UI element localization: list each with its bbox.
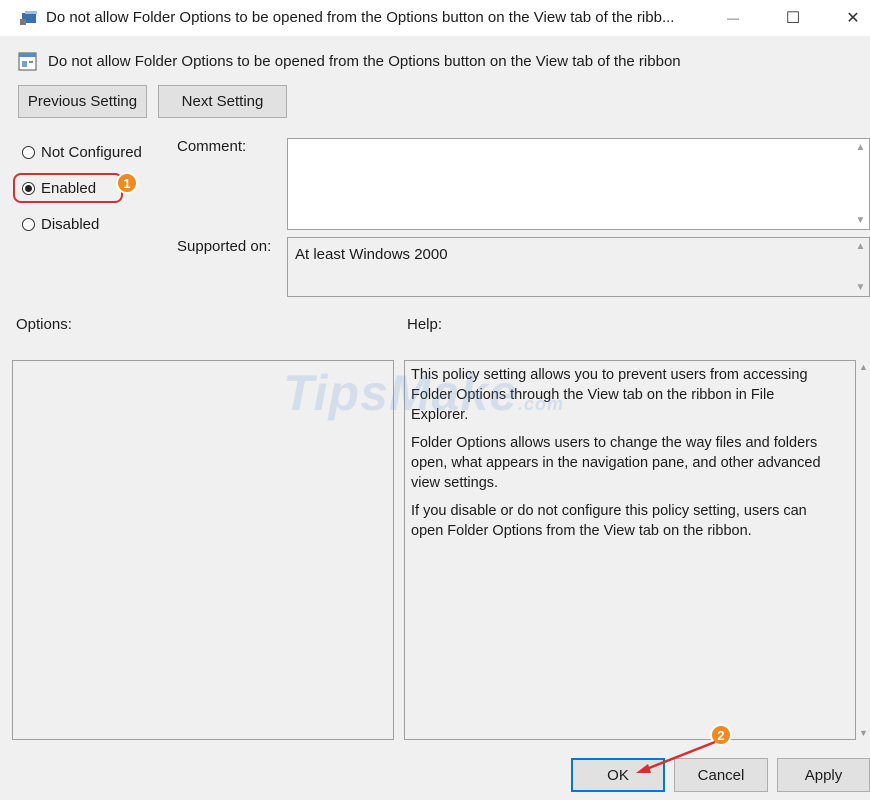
scroll-down-icon[interactable]: ▼ [859, 728, 868, 738]
scroll-down-icon[interactable]: ▼ [852, 212, 869, 229]
comment-scrollbar[interactable]: ▲ ▼ [852, 139, 869, 229]
apply-button[interactable]: Apply [777, 758, 870, 792]
comment-label: Comment: [177, 138, 247, 155]
scroll-up-icon[interactable]: ▲ [852, 139, 869, 156]
step-badge-1: 1 [116, 172, 138, 194]
radio-enabled[interactable]: Enabled [22, 180, 96, 197]
window-title: Do not allow Folder Options to be opened… [46, 9, 675, 26]
radio-circle [22, 146, 35, 159]
minimize-icon: — [727, 11, 739, 25]
policy-title: Do not allow Folder Options to be opened… [48, 53, 681, 70]
comment-input[interactable]: ▲ ▼ [287, 138, 870, 230]
radio-disabled[interactable]: Disabled [22, 216, 99, 233]
options-label: Options: [16, 316, 72, 333]
supported-scrollbar[interactable]: ▲ ▼ [852, 238, 869, 296]
policy-icon [18, 52, 37, 71]
minimize-button[interactable]: — [713, 4, 753, 32]
help-scrollbar[interactable]: ▲ ▼ [857, 360, 870, 740]
watermark: TipsMake.com [283, 365, 564, 421]
previous-setting-button[interactable]: Previous Setting [18, 85, 147, 118]
scroll-down-icon[interactable]: ▼ [852, 279, 869, 296]
scroll-up-icon[interactable]: ▲ [859, 362, 868, 372]
close-icon: ✕ [846, 10, 860, 27]
help-label: Help: [407, 316, 443, 333]
next-setting-label: Next Setting [181, 93, 264, 110]
maximize-icon: ☐ [785, 10, 801, 27]
arrow-icon [636, 740, 716, 773]
previous-setting-label: Previous Setting [27, 93, 138, 110]
help-paragraph: Folder Options allows users to change th… [411, 435, 821, 491]
radio-circle-selected [22, 182, 35, 195]
radio-label: Disabled [41, 216, 100, 233]
radio-label: Enabled [41, 180, 97, 197]
radio-label: Not Configured [41, 144, 142, 161]
scroll-up-icon[interactable]: ▲ [852, 238, 869, 255]
gpedit-icon [20, 11, 37, 25]
maximize-button[interactable]: ☐ [773, 4, 813, 32]
radio-circle [22, 218, 35, 231]
help-paragraph: If you disable or do not configure this … [411, 503, 807, 539]
supported-on-label: Supported on: [177, 238, 272, 255]
ok-label: OK [607, 766, 629, 784]
supported-on-field: At least Windows 2000 ▲ ▼ [287, 237, 870, 297]
radio-not-configured[interactable]: Not Configured [22, 144, 142, 161]
supported-on-value: At least Windows 2000 [295, 246, 448, 263]
next-setting-button[interactable]: Next Setting [158, 85, 287, 118]
apply-label: Apply [804, 766, 843, 784]
close-button[interactable]: ✕ [833, 4, 870, 32]
